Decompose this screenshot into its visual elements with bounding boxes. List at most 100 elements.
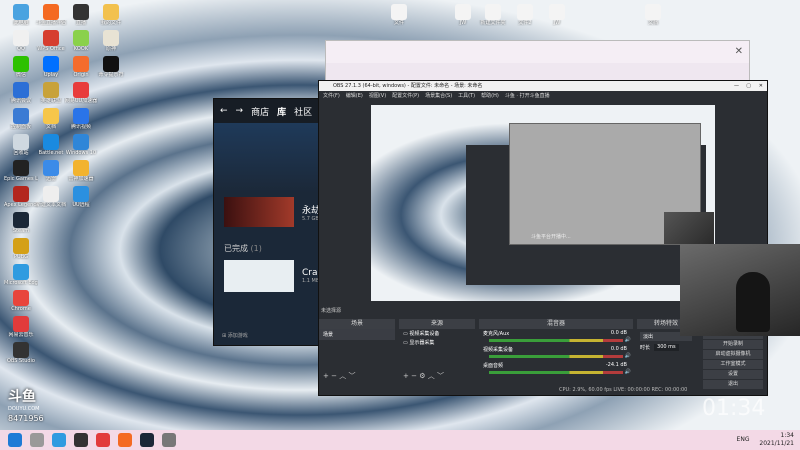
desktop-icon[interactable]: QQ <box>4 30 38 52</box>
move-down-icon[interactable]: ﹀ <box>437 372 444 380</box>
desktop-icon[interactable]: 回收站 <box>4 134 38 156</box>
add-icon[interactable]: + <box>323 372 329 380</box>
obs-control-button[interactable]: 退出 <box>703 380 763 389</box>
desktop-file-icon[interactable]: JW <box>540 4 574 26</box>
obs-icon[interactable] <box>74 433 88 447</box>
remove-icon[interactable]: − <box>331 372 337 380</box>
obs-menu-douyu[interactable]: 斗鱼 · 打开斗鱼直播 <box>505 91 550 101</box>
app-icon <box>43 108 59 124</box>
desktop-icon[interactable]: 直播 <box>64 4 98 26</box>
desktop-file-icon[interactable]: 文件2 <box>508 4 542 26</box>
close-icon[interactable]: ✕ <box>759 81 763 91</box>
tray-time[interactable]: 1:34 <box>759 432 794 440</box>
desktop-icon[interactable]: 腾讯视频 <box>64 108 98 130</box>
taskbar: ENG 1:34 2021/11/21 <box>0 430 800 450</box>
desktop-icon[interactable]: 控制面板 <box>4 108 38 130</box>
volume-meter[interactable] <box>489 339 623 342</box>
move-down-icon[interactable]: ﹀ <box>348 372 355 380</box>
app-icon[interactable] <box>162 433 176 447</box>
search-icon[interactable] <box>30 433 44 447</box>
add-icon[interactable]: + <box>403 372 409 380</box>
steam-nav-store[interactable]: 商店 <box>251 105 269 118</box>
desktop-icon[interactable]: 微信 <box>4 56 38 78</box>
desktop-file-icon[interactable]: 文件 <box>382 4 416 26</box>
back-arrow-icon[interactable]: ← <box>220 106 228 116</box>
move-up-icon[interactable]: ︿ <box>339 372 346 380</box>
speaker-icon[interactable]: 🔊 <box>625 337 631 343</box>
forward-arrow-icon[interactable]: → <box>236 106 244 116</box>
source-list-item[interactable]: ▭ 显示器采集 <box>399 338 475 347</box>
desktop-icon[interactable]: 腾讯会议 <box>4 82 38 104</box>
obs-control-button[interactable]: 设置 <box>703 370 763 379</box>
source-list-item[interactable]: ▭ 视频采集设备 <box>399 329 475 338</box>
desktop-icon[interactable]: 网易云音乐 <box>4 316 38 338</box>
desktop-icon[interactable]: 我的文件 <box>94 4 128 26</box>
desktop-icon[interactable]: 命令提示符 <box>94 56 128 78</box>
desktop-icon[interactable]: 文档 <box>34 108 68 130</box>
desktop-icon[interactable]: 原神 <box>94 30 128 52</box>
desktop-file-icon[interactable]: JW <box>446 4 480 26</box>
move-up-icon[interactable]: ︿ <box>428 372 435 380</box>
obs-title: OBS 27.1.3 (64-bit, windows) - 配置文件: 未命名… <box>333 83 483 89</box>
obs-menu-item[interactable]: 文件(F) <box>323 91 340 101</box>
desktop-icon-label: 微信 <box>15 72 26 78</box>
steam-footer[interactable]: ⊞ 添加游戏 <box>222 332 248 339</box>
speaker-icon[interactable]: 🔊 <box>625 369 631 375</box>
desktop-icon[interactable]: Origin <box>64 56 98 78</box>
desktop-icon[interactable]: Epic Games Launcher <box>4 160 38 182</box>
app-icon <box>103 56 119 72</box>
obs-menu-item[interactable]: 帮助(H) <box>481 91 499 101</box>
desktop-icon[interactable]: 网易UU加速器 <box>64 82 98 104</box>
desktop-icon[interactable]: Windows 10 <box>64 134 98 156</box>
remove-icon[interactable]: − <box>411 372 417 380</box>
edge-icon[interactable] <box>52 433 66 447</box>
obs-menu-item[interactable]: 视图(V) <box>369 91 386 101</box>
douyu-icon[interactable] <box>118 433 132 447</box>
obs-menu-item[interactable]: 工具(T) <box>458 91 475 101</box>
desktop-icon[interactable]: 新建文本文档 <box>34 186 68 208</box>
obs-control-button[interactable]: 启动虚拟摄像机 <box>703 350 763 359</box>
tray-date[interactable]: 2021/11/21 <box>759 440 794 448</box>
obs-control-button[interactable]: 开始录制 <box>703 340 763 349</box>
desktop-icon[interactable]: PUBG <box>4 238 38 260</box>
desktop-icon[interactable]: 雷神加速器 <box>64 160 98 182</box>
close-icon[interactable]: ✕ <box>735 46 743 57</box>
desktop-icon-label: KOOK <box>73 46 89 52</box>
desktop-icon[interactable]: 此电脑 <box>4 4 38 26</box>
gear-icon[interactable]: ⚙ <box>419 372 425 380</box>
game-thumbnail <box>224 197 294 227</box>
desktop-icon[interactable]: Microsoft Edge <box>4 264 38 286</box>
desktop-icon[interactable]: Uplay <box>34 56 68 78</box>
desktop-icon[interactable]: UU远程 <box>64 186 98 208</box>
desktop-icon[interactable]: Steam <box>4 212 38 234</box>
steam-nav-community[interactable]: 社区 <box>294 105 312 118</box>
desktop-icon[interactable]: 迅雷 <box>34 160 68 182</box>
duration-input[interactable]: 300 ms <box>654 344 679 351</box>
desktop-icon[interactable]: WPS Office <box>34 30 68 52</box>
desktop-icon[interactable]: 斗鱼直播伴侣 <box>34 4 68 26</box>
language-indicator[interactable]: ENG <box>737 436 750 443</box>
desktop-file-icon[interactable]: 新建文件夹 <box>476 4 510 26</box>
volume-meter[interactable] <box>489 371 623 374</box>
steam-nav-library[interactable]: 库 <box>277 105 286 118</box>
minimize-icon[interactable]: — <box>734 81 739 91</box>
desktop-icon[interactable]: OBS Studio <box>4 342 38 364</box>
desktop-icon[interactable]: 英雄联盟 <box>34 82 68 104</box>
desktop-icon[interactable]: Apex Legends <box>4 186 38 208</box>
obs-menu-item[interactable]: 配置文件(P) <box>392 91 419 101</box>
windows-start-icon[interactable] <box>8 433 22 447</box>
volume-meter[interactable] <box>489 355 623 358</box>
steam-icon[interactable] <box>140 433 154 447</box>
desktop-icon[interactable]: Chrome <box>4 290 38 312</box>
app-icon <box>73 186 89 202</box>
netease-music-icon[interactable] <box>96 433 110 447</box>
obs-menu-item[interactable]: 场景集合(S) <box>425 91 452 101</box>
obs-control-button[interactable]: 工作室模式 <box>703 360 763 369</box>
desktop-icon[interactable]: Battle.net <box>34 134 68 156</box>
speaker-icon[interactable]: 🔊 <box>625 353 631 359</box>
maximize-icon[interactable]: ▢ <box>746 81 751 91</box>
obs-menu-item[interactable]: 编辑(E) <box>346 91 363 101</box>
desktop-icon[interactable]: KOOK <box>64 30 98 52</box>
scene-list-item[interactable]: 场景 <box>319 329 395 340</box>
desktop-file-icon[interactable]: 文档 <box>636 4 670 26</box>
